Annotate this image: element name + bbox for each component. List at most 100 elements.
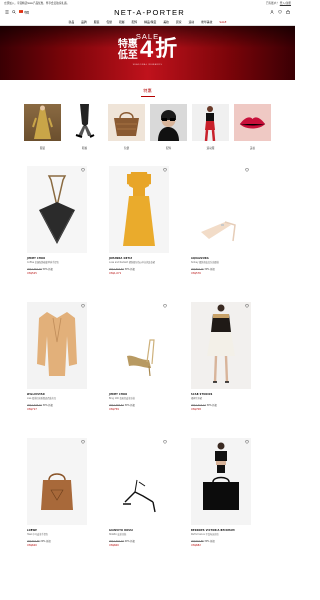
wishlist-heart-icon[interactable] (163, 304, 167, 308)
product-brand: JIMMY CHOO (27, 257, 46, 260)
sale-price: US$1,071 (109, 271, 122, 275)
product-price: US$1,001.03 40% 折扣 (109, 539, 169, 543)
login-area: 已有账户？ 登入/注册 (266, 1, 291, 5)
product-card[interactable]: LOEWE Heel 中号皮革手提包 US$774.68 20% 折扣 US$6… (27, 438, 87, 574)
banner-line-1: 特惠 (117, 39, 138, 50)
category-clothing[interactable]: 服装 (24, 104, 61, 150)
nav-item-designers[interactable]: 品牌 (81, 20, 87, 24)
product-image[interactable] (191, 438, 251, 525)
sale-price: US$759 (109, 407, 119, 411)
menu-icon[interactable] (5, 10, 9, 14)
product-price: US$824.16 30% 折扣 (191, 267, 251, 271)
nav-item-luxury-beauty[interactable]: 奢华美妆 (201, 20, 212, 24)
nav-item-beauty[interactable]: 美妆 (163, 20, 169, 24)
bag-icon[interactable] (286, 10, 290, 14)
main-navigation: 新品 品牌 服装 包袋 鞋履 配饰 精品/珠宝 美妆 居家 运动 奢华美妆 SA… (0, 19, 295, 26)
nav-item-accessories[interactable]: 配饰 (132, 20, 138, 24)
product-brand: AQUAZZURA (191, 257, 209, 260)
wishlist-heart-icon[interactable] (245, 440, 249, 444)
user-icon[interactable] (270, 10, 274, 14)
nav-item-sport[interactable]: 运动 (189, 20, 195, 24)
product-card[interactable]: JOHANNA ORTIZ Luxe and Radiant 褶饰细节绉纱中长款… (109, 166, 169, 302)
product-description: Lisa 双排扣丝质缎面西装夹克 (27, 396, 57, 400)
product-card[interactable]: GIANVITO ROSSI Stiletto 皮革凉鞋 US$1,001.03… (109, 438, 169, 574)
discount-label: 30% 折扣 (204, 539, 215, 543)
original-price: US$1,012.17 (191, 403, 206, 407)
product-card[interactable]: JIMMY CHOO Coffee 金属配饰编织单肩手提包 US$1,051.2… (27, 166, 87, 302)
category-image (150, 104, 187, 141)
product-brand: JIMMY CHOO (109, 393, 128, 396)
product-image[interactable] (27, 166, 87, 253)
nav-item-bags[interactable]: 包袋 (106, 20, 112, 24)
original-price: US$1,001.03 (109, 539, 124, 543)
product-image[interactable] (27, 302, 87, 389)
original-price: US$974.88 (191, 539, 204, 543)
category-label: 美妆 (249, 147, 256, 150)
nav-item-shoes[interactable]: 鞋履 (119, 20, 125, 24)
product-price: US$974.88 30% 折扣 (191, 539, 251, 543)
category-sportswear[interactable]: 运动服 (192, 104, 229, 150)
category-shoes[interactable]: 鞋履 (66, 104, 103, 150)
wishlist-heart-icon[interactable] (163, 440, 167, 444)
category-image (66, 104, 103, 141)
category-image (192, 104, 229, 141)
product-description: Coffee 金属配饰编织单肩手提包 (27, 260, 59, 264)
wishlist-heart-icon[interactable] (245, 168, 249, 172)
login-link[interactable]: 登入/注册 (280, 2, 291, 5)
product-card[interactable]: SCAB STUDIOS 褶裥半身裙 US$1,012.17 30% 折扣 US… (191, 302, 251, 438)
product-description: Performance 平纹布运动包 (191, 532, 219, 536)
product-price: US$1,012.17 30% 折扣 (191, 403, 251, 407)
product-brand: SCAB STUDIOS (191, 393, 213, 396)
discount-label: 40% 折扣 (124, 539, 136, 543)
product-card[interactable]: WILLIUSTAN Lisa 双排扣丝质缎面西装夹克 US$1,029.16 … (27, 302, 87, 438)
product-card[interactable]: BEDDOES VICTORIA BECKHAM Performance 平纹布… (191, 438, 251, 574)
category-label: 服装 (39, 147, 46, 150)
wishlist-heart-icon[interactable] (81, 304, 85, 308)
sale-banner[interactable]: SALE 特惠 低至 4 折 SEASONAL REWARDS (0, 26, 295, 80)
discount-label: 30% 折扣 (124, 403, 136, 407)
product-price: US$774.68 20% 折扣 (27, 539, 87, 543)
nav-item-sale[interactable]: SALE (219, 20, 226, 24)
discount-label: 30% 折扣 (42, 403, 54, 407)
product-image[interactable] (191, 302, 251, 389)
product-image[interactable] (27, 438, 87, 525)
product-description: Bing 100 金属色皮革凉鞋 (109, 396, 135, 400)
product-image[interactable] (109, 302, 169, 389)
sale-price: US$576 (191, 271, 201, 275)
nav-item-clothing[interactable]: 服装 (94, 20, 100, 24)
category-bags[interactable]: 包袋 (108, 104, 145, 150)
discount-label: 50% 折扣 (42, 267, 54, 271)
sale-price: US$525 (27, 271, 37, 275)
wishlist-heart-icon[interactable] (245, 304, 249, 308)
wishlist-heart-icon[interactable] (163, 168, 167, 172)
nav-item-jewelry[interactable]: 精品/珠宝 (144, 20, 156, 24)
product-brand: WILLIUSTAN (27, 393, 45, 396)
sale-price: US$708 (191, 407, 201, 411)
country-label: 中国 (23, 11, 30, 15)
wishlist-heart-icon[interactable] (81, 440, 85, 444)
product-grid: JIMMY CHOO Coffee 金属配饰编织单肩手提包 US$1,051.2… (0, 166, 295, 574)
product-brand: BEDDOES VICTORIA BECKHAM (191, 529, 235, 532)
country-selector[interactable]: 中国 (19, 10, 30, 15)
sale-price: US$620 (27, 543, 37, 547)
product-card[interactable]: JIMMY CHOO Bing 100 金属色皮革凉鞋 US$1,084.54 … (109, 302, 169, 438)
product-card[interactable]: AQUAZZURA Sidney 缀饰漆皮尖头高跟鞋 US$824.16 30%… (191, 166, 251, 302)
site-logo[interactable]: NET-A-PORTER (114, 8, 185, 17)
sale-price: US$682 (191, 543, 201, 547)
product-description: Luxe and Radiant 褶饰细节绉纱中长款连衣裙 (109, 260, 155, 264)
heart-icon[interactable] (278, 10, 282, 14)
product-description: Sidney 缀饰漆皮尖头高跟鞋 (191, 260, 219, 264)
product-image[interactable] (109, 438, 169, 525)
wishlist-heart-icon[interactable] (81, 168, 85, 172)
nav-item-new[interactable]: 新品 (69, 20, 75, 24)
site-header: 中国 NET-A-PORTER (0, 5, 295, 19)
original-price: US$1,051.26 (27, 267, 42, 271)
search-icon[interactable] (12, 10, 16, 14)
product-image[interactable] (109, 166, 169, 253)
flag-icon (19, 10, 23, 14)
category-label: 包袋 (123, 147, 130, 150)
product-image[interactable] (191, 166, 251, 253)
category-beauty[interactable]: 美妆 (234, 104, 271, 150)
category-accessories[interactable]: 配饰 (150, 104, 187, 150)
nav-item-home[interactable]: 居家 (176, 20, 182, 24)
